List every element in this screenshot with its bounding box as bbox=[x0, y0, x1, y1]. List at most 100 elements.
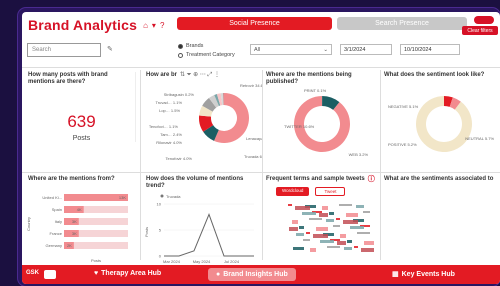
wordcloud-word bbox=[316, 227, 328, 231]
gsk-logo: GSK bbox=[26, 270, 40, 276]
legend-marker bbox=[160, 194, 164, 198]
wordcloud-word bbox=[361, 248, 374, 252]
donut-label: Tenofovi… 1.1% bbox=[149, 124, 179, 129]
country-panel: Where are the mentions from? bbox=[28, 176, 136, 183]
tab-therapy-area[interactable]: ♥ Therapy Area Hub bbox=[94, 270, 161, 277]
date-start-field[interactable]: 3/1/2024 bbox=[340, 44, 392, 55]
donut-label: Lenacapa 5.6% bbox=[246, 136, 262, 141]
tab-brand-label: Brand Insights Hub bbox=[223, 271, 288, 278]
radio-brands[interactable]: Brands bbox=[178, 43, 203, 49]
wordcloud-word bbox=[296, 233, 304, 236]
donut-label: NEUTRAL 5.7% bbox=[465, 136, 494, 141]
radio-unselected-icon bbox=[178, 52, 183, 58]
wordcloud-word bbox=[343, 220, 358, 224]
terms-header: Frequent terms and sample tweets ⓘ bbox=[266, 176, 378, 183]
date-end-field[interactable]: 10/10/2024 bbox=[400, 44, 460, 55]
filter-icon[interactable]: ▾ bbox=[152, 21, 156, 30]
donut-label: PRINT 0.1% bbox=[304, 88, 327, 93]
donut-label: WEB 3.2% bbox=[349, 152, 369, 157]
donut-label: Tam… 2.4% bbox=[160, 132, 182, 137]
y-tick-label: 5 bbox=[159, 228, 162, 233]
tab-key-events-label: Key Events Hub bbox=[401, 270, 455, 278]
dropdown-value: All bbox=[254, 47, 261, 53]
tab-key-events[interactable]: ▦ Key Events Hub bbox=[392, 270, 455, 279]
donut-label: Truvad… 1.1% bbox=[155, 100, 182, 105]
x-tick-label: Mar 2024 bbox=[163, 259, 181, 264]
therapy-icon: ♥ bbox=[94, 270, 99, 277]
toggle-switch[interactable] bbox=[474, 16, 494, 24]
wordcloud-word bbox=[292, 220, 298, 224]
x-tick-label: Jul 2024 bbox=[224, 259, 240, 264]
bar-category-label: United Ki... bbox=[42, 195, 62, 200]
donut-label: POSITIVE 5.2% bbox=[388, 142, 417, 147]
volume-panel: How does the volume of mentions trend? bbox=[146, 176, 260, 190]
sentiment-panel: What does the sentiment look like? bbox=[384, 72, 498, 79]
wordcloud-word bbox=[295, 206, 310, 210]
date-start: 3/1/2024 bbox=[344, 47, 366, 53]
bar-category-label: Italy bbox=[55, 219, 62, 224]
volume-line-chart: Truvada Posts 0 5 10 Mar 2024 May 2024 Jul 2024 bbox=[144, 194, 254, 264]
page-title: Brand Analytics bbox=[28, 17, 138, 33]
wordcloud-button[interactable]: Wordcloud bbox=[276, 187, 310, 196]
series-line bbox=[164, 213, 254, 257]
wordcloud-word bbox=[303, 239, 310, 241]
legend-label: Truvada bbox=[166, 194, 181, 199]
clear-filters-button[interactable]: Clear filters bbox=[462, 26, 498, 35]
country-bar-chart: Country United Ki... 13K Spain 4K Italy 3K Fran… bbox=[26, 194, 128, 263]
wordcloud-word bbox=[350, 226, 364, 229]
radio-treatment[interactable]: Treatment Category bbox=[178, 52, 235, 58]
divider bbox=[380, 70, 381, 260]
wordcloud-word bbox=[326, 219, 334, 222]
wordcloud-word bbox=[333, 225, 340, 227]
y-tick-label: 10 bbox=[157, 202, 162, 207]
category-dropdown[interactable]: All ⌄ bbox=[250, 44, 332, 55]
divider bbox=[22, 67, 500, 68]
calendar-icon: ▦ bbox=[392, 271, 399, 278]
tab-therapy-label: Therapy Area Hub bbox=[101, 270, 162, 277]
tweet-button[interactable]: Tweet bbox=[315, 187, 346, 196]
sentiment-title: What does the sentiment look like? bbox=[384, 72, 485, 78]
radio-selected-icon bbox=[178, 43, 183, 49]
wordcloud bbox=[288, 204, 374, 252]
donut-label: Lop… 1.5% bbox=[159, 108, 180, 113]
tab-social-presence[interactable]: Social Presence bbox=[177, 17, 332, 30]
date-end: 10/10/2024 bbox=[404, 47, 432, 53]
brand-icon: ● bbox=[216, 271, 221, 278]
info-icon[interactable]: ⓘ bbox=[368, 176, 375, 183]
wordcloud-word bbox=[347, 240, 352, 243]
donut-label: Stribagusin 0.2% bbox=[164, 92, 195, 97]
bar-value-label: 3K bbox=[72, 231, 77, 236]
donut-label: Tenofovir 4.0% bbox=[166, 156, 193, 161]
footer-nav: GSK ♥ Therapy Area Hub ● Brand Insights Hu… bbox=[22, 265, 500, 284]
wordcloud-word bbox=[289, 227, 298, 231]
tab-search-presence[interactable]: Search Presence bbox=[337, 17, 467, 30]
chevron-down-icon: ⌄ bbox=[323, 47, 328, 53]
sentiment-assoc-title: What are the sentiments associated to bbox=[384, 176, 494, 182]
donut-label: Retrovir 34.6% bbox=[240, 83, 262, 88]
help-icon[interactable]: ? bbox=[160, 21, 164, 30]
published-title: Where are the mentions being published? bbox=[266, 72, 352, 85]
eraser-icon[interactable]: ✎ bbox=[107, 45, 113, 53]
tab-brand-insights[interactable]: ● Brand Insights Hub bbox=[208, 268, 296, 281]
wordcloud-word bbox=[309, 218, 322, 220]
wordcloud-word bbox=[339, 204, 352, 206]
country-title: Where are the mentions from? bbox=[28, 176, 115, 182]
bar-category-label: Spain bbox=[52, 207, 62, 212]
y-tick-label: 0 bbox=[159, 254, 162, 259]
posts-kpi-unit: Posts bbox=[72, 135, 91, 142]
divider bbox=[22, 172, 500, 173]
bar-value-label: 13K bbox=[119, 195, 126, 200]
wordcloud-word bbox=[337, 241, 346, 245]
bar-category-label: Germany bbox=[46, 243, 62, 248]
donut-label: NEGATIVE 5.1% bbox=[388, 104, 419, 109]
sentiment-donut-chart: NEGATIVE 5.1% POSITIVE 5.2% NEUTRAL 5.7% bbox=[388, 96, 494, 152]
wordcloud-word bbox=[310, 248, 316, 252]
bar-value-label: 2K bbox=[67, 243, 72, 248]
wordcloud-word bbox=[356, 205, 364, 208]
wordcloud-word bbox=[327, 246, 340, 248]
wordcloud-word bbox=[319, 213, 328, 217]
wordcloud-word bbox=[364, 241, 374, 245]
search-input[interactable]: Search bbox=[27, 43, 101, 57]
donut-slice bbox=[416, 96, 472, 152]
home-icon[interactable]: ⌂ bbox=[143, 21, 148, 30]
